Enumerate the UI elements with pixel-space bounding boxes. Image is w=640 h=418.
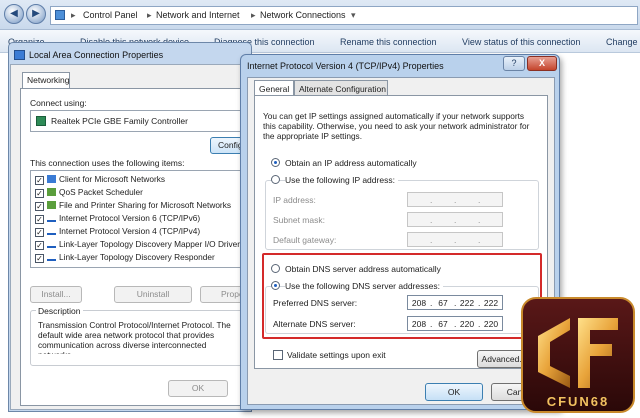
obtain-ip-auto-label[interactable]: Obtain an IP address automatically [285,158,417,168]
control-panel-icon [55,10,65,20]
checkbox-checked-icon[interactable]: ✓ [35,254,44,263]
list-item-label: Internet Protocol Version 6 (TCP/IPv6) [59,213,201,223]
checkbox-checked-icon[interactable]: ✓ [35,241,44,250]
list-item-label: Link-Layer Topology Discovery Responder [59,252,215,262]
subnet-mask-label: Subnet mask: [273,215,325,225]
use-following-ip-label[interactable]: Use the following IP address: [285,175,398,185]
service-icon [47,201,56,209]
list-item[interactable]: ✓ File and Printer Sharing for Microsoft … [35,200,231,212]
list-item-label: QoS Packet Scheduler [59,187,143,197]
items-list[interactable]: ✓ Client for Microsoft Networks ✓ QoS Pack… [30,170,252,268]
ok-button[interactable]: OK [425,383,483,401]
protocol-icon [47,243,56,248]
address-field[interactable]: ▸ Control Panel ▸ Network and Internet ▸… [50,6,638,25]
default-gateway-field[interactable]: ... [407,232,503,247]
dns-highlight-box [262,253,542,339]
protocol-icon [47,217,56,222]
back-arrow-icon[interactable]: ◀ [4,4,24,24]
validate-label[interactable]: Validate settings upon exit [287,350,386,360]
list-item[interactable]: ✓ Link-Layer Topology Discovery Responder [35,252,215,264]
svg-text:CFUN68: CFUN68 [547,394,610,409]
install-button[interactable]: Install... [30,286,82,303]
adapter-name: Realtek PCIe GBE Family Controller [51,116,188,126]
view-status-button[interactable]: View status of this connection [462,37,580,47]
list-item[interactable]: ✓ QoS Packet Scheduler [35,187,143,199]
change-button[interactable]: Change [606,37,638,47]
subnet-mask-field[interactable]: ... [407,212,503,227]
items-label: This connection uses the following items… [30,158,185,168]
list-item[interactable]: ✓ Link-Layer Topology Discovery Mapper I/… [35,239,240,251]
validate-checkbox[interactable] [273,350,283,360]
help-button[interactable]: ? [503,56,525,71]
radio-use-following-ip[interactable] [271,175,280,184]
list-item-label: Client for Microsoft Networks [59,174,166,184]
protocol-icon [47,230,56,235]
connect-using-label: Connect using: [30,98,87,108]
tab-general[interactable]: General [254,80,294,96]
list-item-label: File and Printer Sharing for Microsoft N… [59,200,231,210]
chevron-down-icon[interactable]: ▾ [351,10,356,21]
description-text: Transmission Control Protocol/Internet P… [38,320,231,354]
breadcrumb-network-internet[interactable]: Network and Internet [156,10,240,20]
checkbox-checked-icon[interactable]: ✓ [35,228,44,237]
address-bar: ◀ ▶ ▸ Control Panel ▸ Network and Intern… [0,0,640,30]
breadcrumb-separator-icon: ▸ [251,10,256,20]
list-item-label: Link-Layer Topology Discovery Mapper I/O… [59,239,241,249]
breadcrumb-separator-icon: ▸ [147,10,152,20]
tab-networking[interactable]: Networking [22,72,70,88]
checkbox-checked-icon[interactable]: ✓ [35,176,44,185]
list-item[interactable]: ✓ Internet Protocol Version 6 (TCP/IPv6) [35,213,200,225]
adapter-box: Realtek PCIe GBE Family Controller [30,110,250,132]
dialog-title: Internet Protocol Version 4 (TCP/IPv4) P… [247,61,444,71]
ip-address-field[interactable]: ... [407,192,503,207]
ipv4-properties-dialog: Internet Protocol Version 4 (TCP/IPv4) P… [240,54,560,410]
checkbox-checked-icon[interactable]: ✓ [35,215,44,224]
lacp-ok-button[interactable]: OK [168,380,228,397]
ip-address-label: IP address: [273,195,316,205]
intro-text: You can get IP settings assigned automat… [263,111,530,141]
network-adapter-icon [14,50,25,60]
close-button[interactable]: X [527,56,557,71]
checkbox-checked-icon[interactable]: ✓ [35,189,44,198]
rename-connection-button[interactable]: Rename this connection [340,37,437,47]
network-card-icon [36,116,46,126]
breadcrumb-control-panel[interactable]: Control Panel [83,10,138,20]
breadcrumb-network-connections[interactable]: Network Connections [260,10,346,20]
dialog-title: Local Area Connection Properties [29,50,164,60]
forward-arrow-icon[interactable]: ▶ [26,4,46,24]
tab-alternate-configuration[interactable]: Alternate Configuration [294,80,388,95]
default-gateway-label: Default gateway: [273,235,337,245]
breadcrumb-separator-icon: ▸ [71,10,76,20]
protocol-icon [47,256,56,261]
list-item-label: Internet Protocol Version 4 (TCP/IPv4) [59,226,201,236]
list-item[interactable]: ✓ Internet Protocol Version 4 (TCP/IPv4) [35,226,200,238]
client-icon [47,175,56,183]
cfun68-logo: CFUN68 [521,297,635,413]
checkbox-checked-icon[interactable]: ✓ [35,202,44,211]
service-icon [47,188,56,196]
list-item[interactable]: ✓ Client for Microsoft Networks [35,174,165,186]
uninstall-button[interactable]: Uninstall [114,286,192,303]
radio-obtain-ip-auto[interactable] [271,158,280,167]
description-label: Description [36,306,83,316]
